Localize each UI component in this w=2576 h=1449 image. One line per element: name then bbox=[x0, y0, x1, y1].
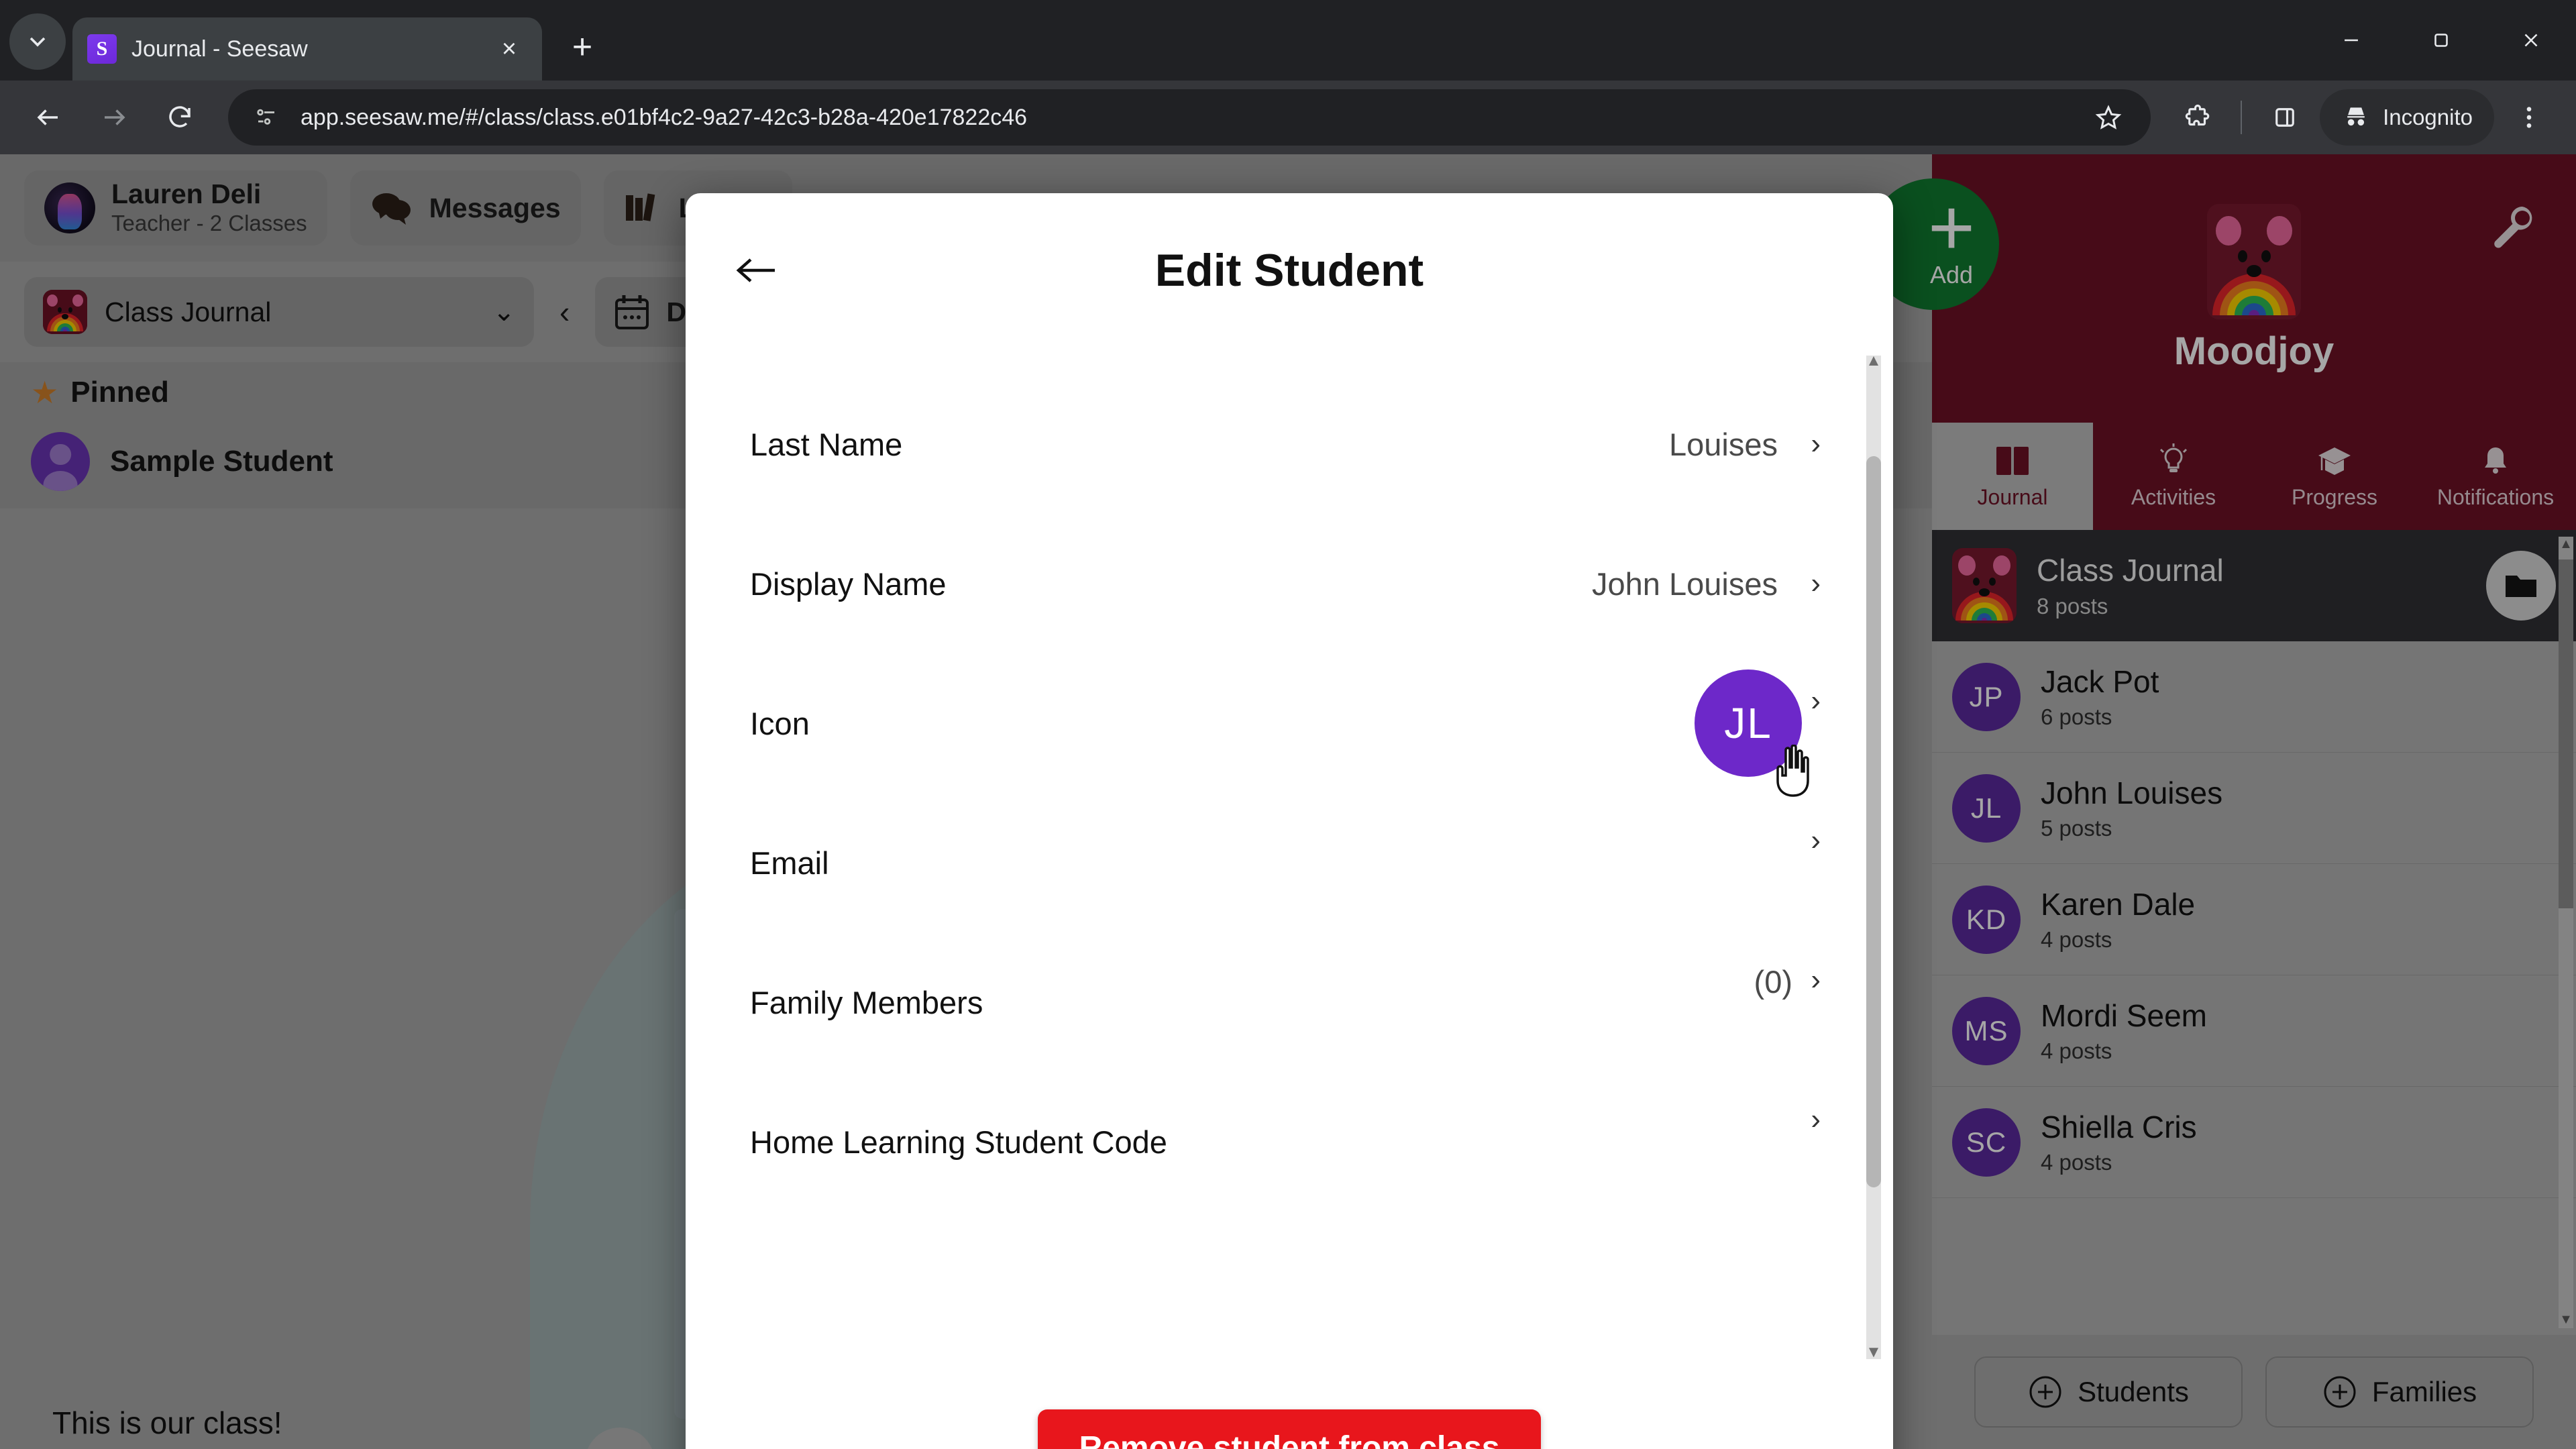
row-label: Display Name bbox=[750, 566, 947, 602]
browser-window: S Journal - Seesaw × + app.seesaw.me/#/c… bbox=[0, 0, 2576, 1449]
scroll-up-arrow-icon[interactable]: ▲ bbox=[1865, 353, 1882, 370]
modal-scrollbar[interactable]: ▲ ▼ bbox=[1865, 353, 1882, 1362]
close-icon[interactable]: × bbox=[491, 31, 527, 67]
back-arrow-icon[interactable] bbox=[19, 88, 78, 147]
row-value: John Louises bbox=[1592, 566, 1778, 602]
mouse-cursor-hand-icon bbox=[1776, 745, 1809, 797]
row-display-name[interactable]: Display Name John Louises › bbox=[686, 514, 1893, 653]
star-icon[interactable] bbox=[2085, 94, 2132, 141]
chevron-right-icon: › bbox=[1811, 567, 1821, 600]
toolbar-divider bbox=[2241, 101, 2243, 134]
tab-strip: S Journal - Seesaw × + bbox=[0, 0, 2576, 80]
row-email[interactable]: Email › bbox=[686, 793, 1893, 932]
three-dot-menu-icon[interactable] bbox=[2501, 89, 2557, 146]
seesaw-favicon: S bbox=[87, 34, 117, 64]
chevron-right-icon: › bbox=[1811, 684, 1821, 717]
new-tab-button[interactable]: + bbox=[557, 21, 608, 72]
tab-title: Journal - Seesaw bbox=[131, 36, 308, 62]
row-home-learning-code[interactable]: Home Learning Student Code › bbox=[686, 1072, 1893, 1212]
back-arrow-icon[interactable] bbox=[727, 241, 785, 299]
tab-search-icon[interactable] bbox=[9, 13, 66, 70]
window-close-icon[interactable] bbox=[2486, 0, 2576, 80]
student-icon-avatar[interactable]: JL bbox=[1695, 669, 1809, 797]
address-bar[interactable]: app.seesaw.me/#/class/class.e01bf4c2-9a2… bbox=[228, 89, 2151, 146]
scroll-down-arrow-icon[interactable]: ▼ bbox=[1865, 1344, 1882, 1362]
browser-tab[interactable]: S Journal - Seesaw × bbox=[72, 17, 542, 80]
row-family-members[interactable]: Family Members (0) › bbox=[686, 932, 1893, 1072]
row-label: Home Learning Student Code bbox=[750, 1124, 1167, 1160]
browser-toolbar: app.seesaw.me/#/class/class.e01bf4c2-9a2… bbox=[0, 80, 2576, 154]
incognito-label: Incognito bbox=[2383, 105, 2473, 129]
side-panel-icon[interactable] bbox=[2257, 89, 2313, 146]
row-value: (0) bbox=[1754, 964, 1792, 1000]
forward-arrow-icon[interactable] bbox=[85, 88, 144, 147]
site-settings-icon[interactable] bbox=[247, 98, 286, 137]
row-label: Icon bbox=[750, 705, 810, 741]
row-label: Last Name bbox=[750, 426, 903, 462]
page-viewport: Lauren Deli Teacher - 2 Classes Messages bbox=[0, 154, 2576, 1449]
row-label: Email bbox=[750, 845, 829, 881]
row-value: Louises bbox=[1669, 426, 1778, 462]
page-title: Edit Student bbox=[1155, 245, 1424, 296]
avatar-initials: JL bbox=[1724, 699, 1772, 747]
row-label: Family Members bbox=[750, 984, 983, 1020]
chevron-right-icon: › bbox=[1811, 963, 1821, 996]
url-text: app.seesaw.me/#/class/class.e01bf4c2-9a2… bbox=[301, 104, 1028, 130]
reload-icon[interactable] bbox=[150, 88, 209, 147]
remove-student-button[interactable]: Remove student from class bbox=[1037, 1409, 1542, 1449]
modal-header: Edit Student bbox=[686, 193, 1893, 347]
incognito-indicator[interactable]: Incognito bbox=[2320, 89, 2494, 146]
modal-footer: Remove student from class bbox=[686, 1367, 1893, 1449]
chevron-right-icon: › bbox=[1811, 824, 1821, 857]
chevron-right-icon: › bbox=[1811, 427, 1821, 460]
extensions-icon[interactable] bbox=[2169, 89, 2226, 146]
chevron-right-icon: › bbox=[1811, 1103, 1821, 1136]
minimize-icon[interactable] bbox=[2306, 0, 2396, 80]
scrollbar-thumb[interactable] bbox=[1866, 456, 1881, 1187]
row-last-name[interactable]: Last Name Louises › bbox=[686, 374, 1893, 514]
form-rows: Last Name Louises › Display Name John Lo… bbox=[686, 347, 1893, 1212]
row-icon[interactable]: Icon JL › bbox=[686, 653, 1893, 797]
modal-body: Last Name Louises › Display Name John Lo… bbox=[686, 347, 1893, 1367]
maximize-icon[interactable] bbox=[2396, 0, 2486, 80]
favicon-letter: S bbox=[96, 38, 108, 60]
window-controls bbox=[2306, 0, 2576, 80]
edit-student-modal: Edit Student Last Name Louises › Display… bbox=[686, 193, 1893, 1449]
